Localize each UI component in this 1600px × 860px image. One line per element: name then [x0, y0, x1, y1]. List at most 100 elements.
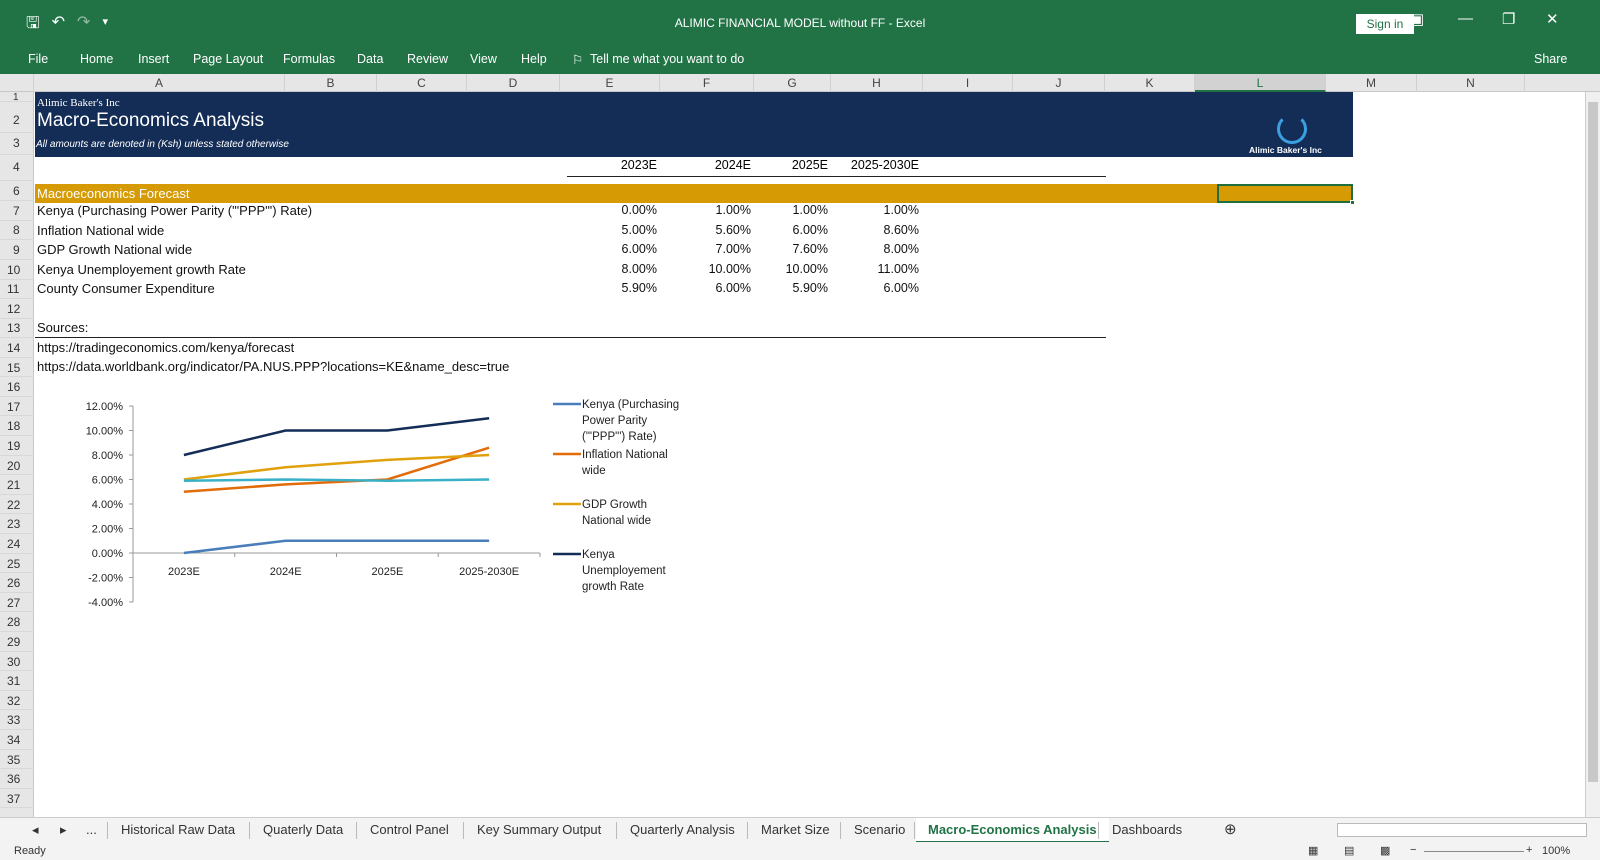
- column-header[interactable]: D: [467, 74, 560, 92]
- zoom-out-icon[interactable]: −: [1410, 844, 1416, 856]
- metric-value[interactable]: 5.00%: [591, 223, 657, 237]
- row-header[interactable]: 15: [0, 358, 34, 378]
- horizontal-scrollbar[interactable]: [1337, 823, 1587, 837]
- ribbon-tab[interactable]: Data: [357, 52, 383, 66]
- metric-value[interactable]: 7.00%: [685, 242, 751, 256]
- column-header[interactable]: L: [1195, 74, 1326, 92]
- metric-label[interactable]: Inflation National wide: [37, 223, 164, 238]
- metric-value[interactable]: 8.00%: [835, 242, 919, 256]
- select-all-corner[interactable]: [0, 74, 34, 92]
- selected-cell[interactable]: [1217, 184, 1355, 205]
- zoom-slider[interactable]: [1424, 851, 1524, 852]
- vertical-scrollbar[interactable]: [1585, 92, 1600, 817]
- row-header[interactable]: 6: [0, 181, 34, 201]
- column-header[interactable]: G: [754, 74, 831, 92]
- column-header[interactable]: I: [923, 74, 1013, 92]
- row-header[interactable]: 36: [0, 769, 34, 789]
- sheet-tab[interactable]: Quaterly Data: [263, 822, 343, 837]
- row-header[interactable]: 18: [0, 416, 34, 436]
- sheet-grid[interactable]: Alimic Baker's Inc Macro-Economics Analy…: [35, 92, 1585, 817]
- metric-value[interactable]: 8.00%: [591, 262, 657, 276]
- row-header[interactable]: 30: [0, 652, 34, 672]
- metric-value[interactable]: 1.00%: [762, 203, 828, 217]
- tell-me-search[interactable]: Tell me what you want to do: [590, 52, 744, 66]
- metric-value[interactable]: 0.00%: [591, 203, 657, 217]
- year-header[interactable]: 2023E: [591, 158, 657, 172]
- column-header[interactable]: M: [1326, 74, 1417, 92]
- metric-value[interactable]: 5.60%: [685, 223, 751, 237]
- row-header[interactable]: 1: [0, 92, 34, 103]
- restore-icon[interactable]: ❐: [1502, 10, 1515, 28]
- row-header[interactable]: 14: [0, 338, 34, 358]
- year-header[interactable]: 2025-2030E: [835, 158, 919, 172]
- row-header[interactable]: 25: [0, 554, 34, 574]
- column-header[interactable]: E: [560, 74, 660, 92]
- sheet-tab[interactable]: Key Summary Output: [477, 822, 601, 837]
- row-header[interactable]: 11: [0, 279, 34, 299]
- metric-value[interactable]: 6.00%: [835, 281, 919, 295]
- column-header[interactable]: B: [285, 74, 377, 92]
- sheet-tab[interactable]: Quarterly Analysis: [630, 822, 735, 837]
- row-header[interactable]: 22: [0, 495, 34, 515]
- row-header[interactable]: 16: [0, 377, 34, 397]
- metric-label[interactable]: Kenya (Purchasing Power Parity ("'PPP"')…: [37, 203, 312, 218]
- row-header[interactable]: 7: [0, 201, 34, 221]
- ribbon-tab[interactable]: Review: [407, 52, 448, 66]
- column-header[interactable]: K: [1105, 74, 1195, 92]
- page-layout-icon[interactable]: ▤: [1344, 844, 1354, 857]
- ribbon-tab[interactable]: Page Layout: [193, 52, 263, 66]
- row-header[interactable]: 32: [0, 691, 34, 711]
- metric-value[interactable]: 6.00%: [685, 281, 751, 295]
- metric-value[interactable]: 5.90%: [762, 281, 828, 295]
- row-header[interactable]: 27: [0, 593, 34, 613]
- macro-line-chart[interactable]: 12.00% 10.00% 8.00% 6.00% 4.00% 2.00% 0.00% -2.…: [35, 392, 735, 622]
- sheet-tab[interactable]: Scenario: [854, 822, 905, 837]
- metric-value[interactable]: 10.00%: [685, 262, 751, 276]
- row-header[interactable]: 26: [0, 573, 34, 593]
- metric-value[interactable]: 10.00%: [762, 262, 828, 276]
- row-header[interactable]: 29: [0, 632, 34, 652]
- sheet-tab[interactable]: Historical Raw Data: [121, 822, 235, 837]
- metric-value[interactable]: 1.00%: [685, 203, 751, 217]
- row-header[interactable]: 33: [0, 710, 34, 730]
- source-link[interactable]: https://tradingeconomics.com/kenya/forec…: [37, 340, 294, 355]
- share-button[interactable]: Share: [1534, 52, 1567, 66]
- row-header[interactable]: 19: [0, 436, 34, 456]
- row-header[interactable]: 21: [0, 475, 34, 495]
- row-header[interactable]: 28: [0, 612, 34, 632]
- normal-view-icon[interactable]: ▦: [1308, 844, 1318, 857]
- metric-value[interactable]: 8.60%: [835, 223, 919, 237]
- row-header[interactable]: 24: [0, 534, 34, 554]
- metric-label[interactable]: Kenya Unemployement growth Rate: [37, 262, 246, 277]
- ribbon-tab[interactable]: View: [470, 52, 497, 66]
- page-break-icon[interactable]: ▩: [1380, 844, 1390, 857]
- ribbon-tab[interactable]: Insert: [138, 52, 169, 66]
- metric-label[interactable]: County Consumer Expenditure: [37, 281, 215, 296]
- metric-value[interactable]: 11.00%: [835, 262, 919, 276]
- row-header[interactable]: 4: [0, 155, 34, 181]
- ribbon-display-icon[interactable]: ▣: [1410, 10, 1424, 28]
- sheet-tab[interactable]: Control Panel: [370, 822, 449, 837]
- row-header[interactable]: 23: [0, 514, 34, 534]
- year-header[interactable]: 2024E: [685, 158, 751, 172]
- row-header[interactable]: 12: [0, 299, 34, 319]
- row-header[interactable]: 10: [0, 260, 34, 280]
- ribbon-tab[interactable]: Formulas: [283, 52, 335, 66]
- metric-value[interactable]: 6.00%: [591, 242, 657, 256]
- column-header[interactable]: J: [1013, 74, 1105, 92]
- zoom-level[interactable]: 100%: [1542, 845, 1570, 857]
- column-header[interactable]: H: [831, 74, 923, 92]
- metric-value[interactable]: 1.00%: [835, 203, 919, 217]
- sheet-tab[interactable]: Market Size: [761, 822, 830, 837]
- column-header[interactable]: N: [1417, 74, 1525, 92]
- sheet-tab[interactable]: Macro-Economics Analysis: [916, 818, 1109, 843]
- metric-label[interactable]: GDP Growth National wide: [37, 242, 192, 257]
- row-header[interactable]: 9: [0, 240, 34, 260]
- tab-scroll-right-icon[interactable]: ▸: [60, 822, 67, 838]
- zoom-in-icon[interactable]: +: [1526, 844, 1532, 856]
- row-header[interactable]: 35: [0, 750, 34, 770]
- ribbon-tab[interactable]: File: [28, 52, 48, 66]
- metric-value[interactable]: 6.00%: [762, 223, 828, 237]
- row-header[interactable]: 13: [0, 318, 34, 338]
- close-icon[interactable]: ✕: [1546, 10, 1559, 28]
